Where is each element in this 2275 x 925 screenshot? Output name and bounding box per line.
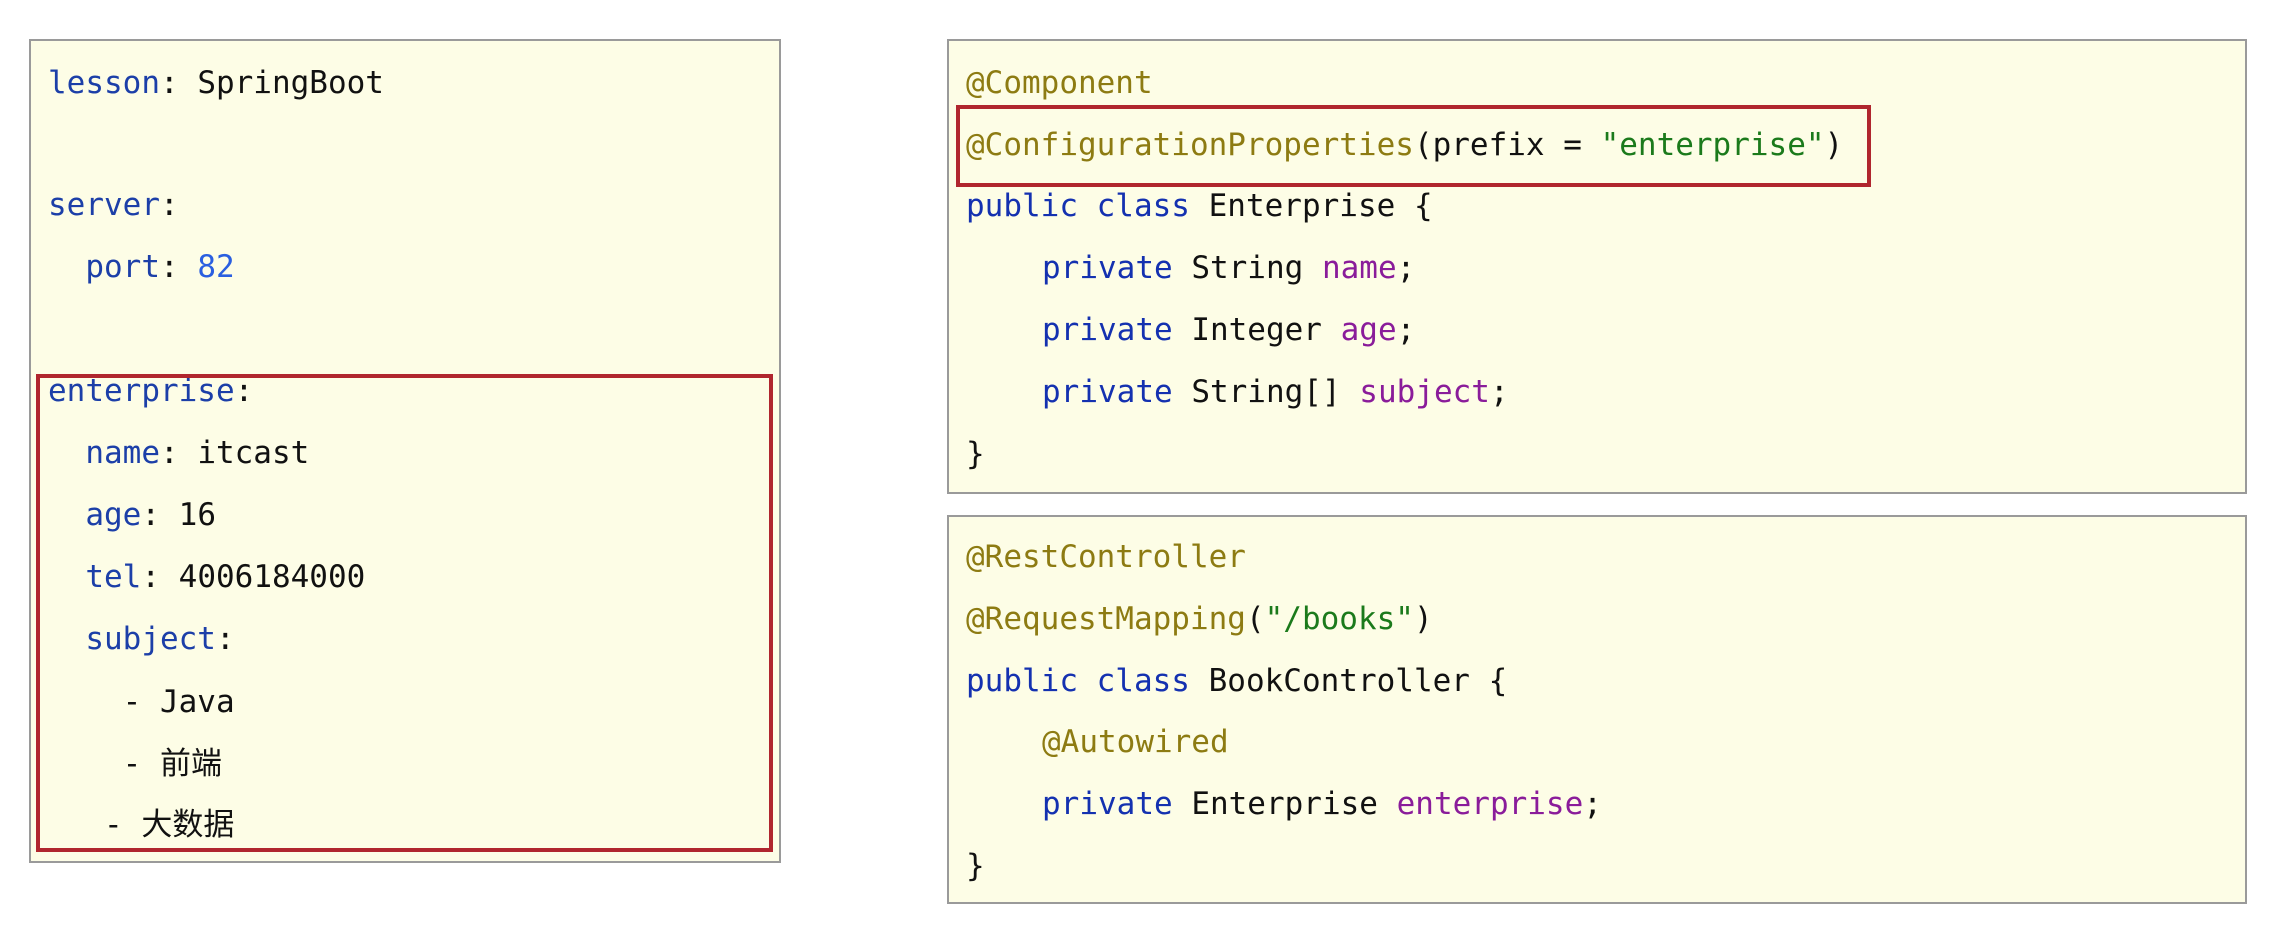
code-line-close-brace: } — [966, 434, 985, 474]
yaml-key: port — [85, 249, 160, 285]
yaml-colon: : — [159, 65, 179, 101]
book-controller-panel: @RestController @RequestMapping("/books"… — [947, 515, 2247, 904]
keyword-public: public — [966, 663, 1078, 699]
code-line-component: @Component — [966, 63, 1153, 103]
annotation-args-close: ) — [1413, 601, 1433, 637]
semicolon: ; — [1396, 250, 1416, 286]
keyword-private: private — [1042, 250, 1173, 286]
code-line-autowired: @Autowired — [1042, 722, 1229, 762]
code-line-field-age: private Integer age; — [1042, 310, 1415, 350]
field-type: Integer — [1172, 312, 1341, 348]
semicolon: ; — [1396, 312, 1416, 348]
field-name: enterprise — [1396, 786, 1584, 822]
code-line-rest-controller: @RestController — [966, 537, 1246, 577]
enterprise-class-panel: @Component @ConfigurationProperties(pref… — [947, 39, 2247, 494]
yaml-indent — [48, 249, 85, 285]
field-type: Enterprise — [1172, 786, 1397, 822]
code-line-class-declaration: public class Enterprise { — [966, 186, 1433, 226]
yaml-value: SpringBoot — [178, 65, 384, 101]
field-name: subject — [1359, 374, 1490, 410]
configuration-properties-highlight — [956, 105, 1871, 187]
close-brace: } — [966, 436, 985, 472]
code-line-enterprise-field: private Enterprise enterprise; — [1042, 784, 1602, 824]
class-name: Enterprise { — [1208, 188, 1433, 224]
code-line-request-mapping: @RequestMapping("/books") — [966, 599, 1433, 639]
autowired-annotation: @Autowired — [1042, 724, 1229, 760]
yaml-line-lesson: lesson: SpringBoot — [48, 63, 384, 103]
enterprise-block-highlight — [36, 374, 773, 852]
code-line-class-declaration: public class BookController { — [966, 661, 1507, 701]
code-line-field-name: private String name; — [1042, 248, 1415, 288]
field-type: String[] — [1172, 374, 1360, 410]
class-name: BookController { — [1208, 663, 1508, 699]
code-line-field-subject: private String[] subject; — [1042, 372, 1509, 412]
component-annotation: @Component — [966, 65, 1153, 101]
semicolon: ; — [1583, 786, 1602, 822]
rest-controller-annotation: @RestController — [966, 539, 1246, 575]
keyword-private: private — [1042, 786, 1173, 822]
close-brace: } — [966, 848, 985, 884]
keyword-class: class — [1077, 188, 1209, 224]
yaml-colon: : — [159, 249, 179, 285]
yaml-line-port: port: 82 — [48, 247, 235, 287]
annotation-args-open: ( — [1245, 601, 1265, 637]
keyword-private: private — [1042, 374, 1173, 410]
request-mapping-annotation: @RequestMapping — [966, 601, 1246, 637]
field-name: name — [1321, 250, 1397, 286]
field-name: age — [1340, 312, 1397, 348]
keyword-class: class — [1077, 663, 1209, 699]
yaml-key: server — [48, 187, 160, 223]
yaml-line-server: server: — [48, 185, 179, 225]
mapping-path-string: "/books" — [1264, 601, 1414, 637]
code-line-close-brace: } — [966, 846, 985, 886]
yaml-colon: : — [159, 187, 179, 223]
keyword-public: public — [966, 188, 1078, 224]
yaml-key: lesson — [48, 65, 160, 101]
yaml-value: 82 — [178, 249, 235, 285]
semicolon: ; — [1489, 374, 1509, 410]
keyword-private: private — [1042, 312, 1173, 348]
yaml-config-panel: lesson: SpringBoot server: port: 82 ente… — [29, 39, 781, 863]
field-type: String — [1172, 250, 1322, 286]
